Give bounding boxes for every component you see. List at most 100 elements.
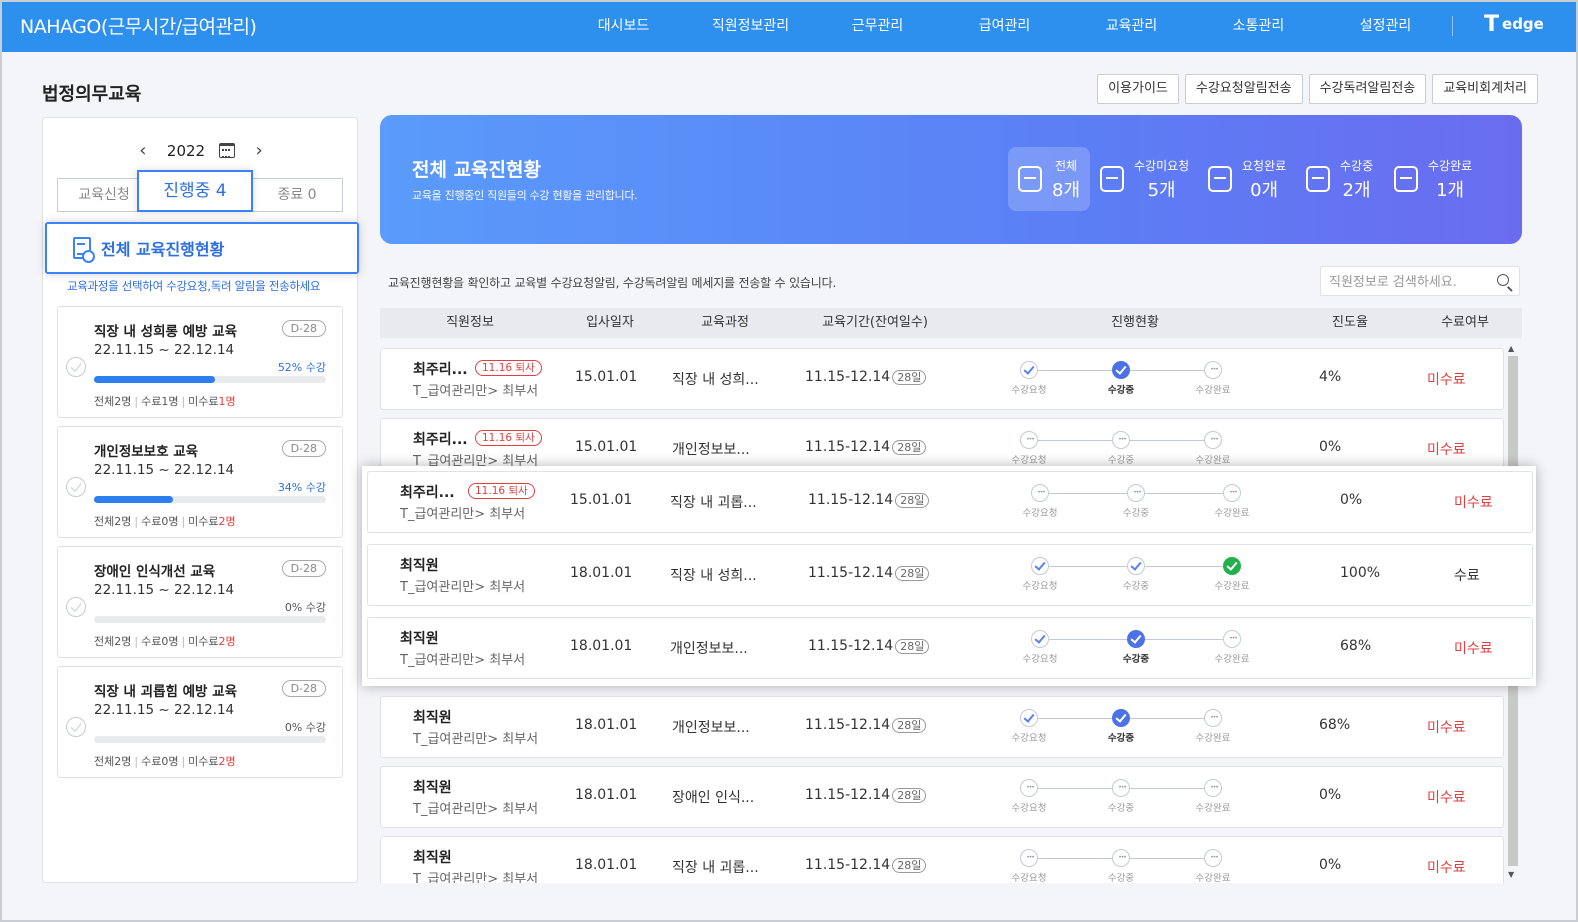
step-complete: 수강완료 — [1202, 630, 1262, 665]
table-row[interactable]: 최직원 T_급여관리만> 최부서 18.01.01 직장 내 성희... 11.15-1… — [367, 544, 1533, 606]
stat-in-progress[interactable]: 수강중 2개 — [1306, 147, 1373, 211]
step-label: 수강완료 — [1195, 385, 1231, 396]
step-label: 수강완료 — [1195, 803, 1231, 814]
stat-all[interactable]: 전체 8개 — [1008, 147, 1091, 211]
more-dots-icon — [1204, 361, 1223, 379]
table-row[interactable]: 최직원 T_급여관리만> 최부서 18.01.01 직장 내 괴롭... 11.15-1… — [380, 836, 1504, 883]
col-status-steps: 진행현황 — [1111, 315, 1159, 330]
scroll-up-icon[interactable]: ▲ — [1508, 344, 1514, 353]
employee-name: 최직원 — [413, 850, 452, 866]
nav-payroll[interactable]: 급여관리 — [941, 0, 1068, 52]
tedge-logo[interactable]: T edge — [1484, 14, 1544, 36]
step-label: 수강중 — [1122, 508, 1150, 519]
check-circle-icon — [1112, 709, 1130, 727]
tab-finished[interactable]: 종료 0 — [251, 178, 343, 212]
check-circle-icon — [1031, 557, 1049, 575]
stat-not-requested[interactable]: 수강미요청 5개 — [1100, 147, 1189, 211]
step-label: 수강요청 — [1022, 508, 1058, 519]
table-row[interactable]: 최직원 T_급여관리만> 최부서 18.01.01 개인정보보... 11.15-12.… — [367, 617, 1533, 679]
nav-employee-info[interactable]: 직원정보관리 — [687, 0, 814, 52]
progress-rate: 68% — [1340, 638, 1372, 654]
course-name[interactable]: 직장 내 괴롭... — [670, 492, 757, 512]
dots-box-icon — [1306, 166, 1330, 192]
check-circle-icon[interactable] — [66, 477, 86, 497]
course-name[interactable]: 직장 내 성희... — [670, 565, 757, 585]
stat-value: 0개 — [1250, 179, 1279, 201]
info-text: 교육진행현황을 확인하고 교육별 수강요청알림, 수강독려알림 메세지를 전송할… — [388, 276, 837, 290]
nav-work[interactable]: 근무관리 — [814, 0, 941, 52]
course-name[interactable]: 개인정보보... — [672, 717, 750, 737]
nav-communication[interactable]: 소통관리 — [1195, 0, 1322, 52]
join-date: 15.01.01 — [575, 439, 638, 455]
course-card[interactable]: 직장 내 성희롱 예방 교육 D-28 22.11.15 ~ 22.12.14 … — [57, 306, 343, 418]
banner-title: 전체 교육진현황 — [412, 159, 541, 181]
send-encourage-button[interactable]: 수강독려알림전송 — [1308, 74, 1427, 104]
step-requested: 수강요청 — [999, 779, 1059, 814]
action-bar: 이용가이드 수강요청알림전송 수강독려알림전송 교육비회계처리 — [1097, 74, 1538, 104]
course-name[interactable]: 장애인 인식... — [672, 787, 754, 807]
complete-count: 수료1명 — [141, 395, 179, 408]
step-in-progress: 수강중 — [1091, 431, 1151, 466]
period-text: 11.15-12.14 — [805, 717, 891, 733]
incomplete-count: 2명 — [218, 755, 236, 768]
calendar-icon[interactable] — [219, 143, 236, 158]
incomplete-label: 미수료 — [188, 515, 219, 528]
course-card[interactable]: 직장 내 괴롭힘 예방 교육 D-28 22.11.15 ~ 22.12.14 … — [57, 666, 343, 778]
page-title: 법정의무교육 — [42, 84, 142, 105]
stat-label: 전체 — [1054, 158, 1078, 173]
step-label: 수강중 — [1107, 873, 1135, 883]
total-count: 전체2명 — [94, 635, 132, 648]
course-progress-bar — [94, 736, 326, 743]
prev-year-icon[interactable]: ‹ — [133, 140, 153, 161]
more-dots-icon — [1020, 431, 1039, 449]
progress-rate: 0% — [1319, 439, 1342, 455]
search-icon[interactable] — [1497, 274, 1509, 286]
course-name[interactable]: 개인정보보... — [670, 638, 748, 658]
dday-badge: D-28 — [281, 440, 326, 457]
overall-progress-button[interactable]: 전체 교육진행현황 — [45, 222, 359, 274]
table-row[interactable]: 최직원 T_급여관리만> 최부서 18.01.01 개인정보보... 11.15-12.… — [380, 696, 1504, 758]
usage-guide-button[interactable]: 이용가이드 — [1097, 74, 1179, 104]
more-dots-icon — [1204, 849, 1223, 867]
table-row[interactable]: 최주리... 11.16 퇴사 T_급여관리만> 최부서 15.01.01 직장 내 괴… — [367, 471, 1533, 533]
tab-in-progress[interactable]: 진행중 4 — [137, 170, 253, 212]
nav-education[interactable]: 교육관리 — [1068, 0, 1195, 52]
completion-status: 미수료 — [1427, 790, 1466, 806]
stat-complete[interactable]: 수강완료 1개 — [1394, 147, 1472, 211]
check-circle-icon[interactable] — [66, 717, 86, 737]
check-circle-icon[interactable] — [66, 597, 86, 617]
period-text: 11.15-12.14 — [808, 492, 894, 508]
course-name[interactable]: 직장 내 성희... — [672, 369, 759, 389]
table-row[interactable]: 최직원 T_급여관리만> 최부서 18.01.01 장애인 인식... 11.15-12… — [380, 766, 1504, 828]
employee-dept: T_급여관리만> 최부서 — [413, 384, 539, 399]
step-requested: 수강요청 — [1010, 557, 1070, 592]
stat-request-done[interactable]: 요청완료 0개 — [1208, 147, 1286, 211]
employee-name: 최직원 — [400, 631, 439, 647]
check-circle-icon — [1223, 557, 1241, 575]
scroll-down-icon[interactable]: ▼ — [1508, 870, 1514, 879]
check-circle-icon — [1127, 557, 1145, 575]
table-row[interactable]: 최주리... 11.16 퇴사 T_급여관리만> 최부서 15.01.01 직장 내 성… — [380, 348, 1504, 410]
more-dots-icon — [1020, 849, 1039, 867]
step-in-progress: 수강중 — [1106, 484, 1166, 519]
course-name[interactable]: 개인정보보... — [672, 439, 750, 459]
search-input[interactable] — [1329, 272, 1489, 292]
remaining-days-badge: 28일 — [895, 566, 930, 581]
course-card[interactable]: 개인정보보호 교육 D-28 22.11.15 ~ 22.12.14 34% 수… — [57, 426, 343, 538]
education-accounting-button[interactable]: 교육비회계처리 — [1432, 74, 1538, 104]
next-year-icon[interactable]: › — [249, 140, 269, 161]
course-panel: ‹ 2022 › 교육신청 종료 0 진행중 4 전체 교육진행현황 교육과정을… — [42, 117, 359, 883]
step-complete: 수강완료 — [1202, 484, 1262, 519]
total-count: 전체2명 — [94, 395, 132, 408]
course-name[interactable]: 직장 내 괴롭... — [672, 857, 759, 877]
course-period: 22.11.15 ~ 22.12.14 — [94, 342, 235, 358]
nav-dashboard[interactable]: 대시보드 — [560, 0, 687, 52]
course-card[interactable]: 장애인 인식개선 교육 D-28 22.11.15 ~ 22.12.14 0% … — [57, 546, 343, 658]
check-circle-icon[interactable] — [66, 357, 86, 377]
step-in-progress: 수강중 — [1106, 630, 1166, 665]
period-text: 11.15-12.14 — [805, 439, 891, 455]
nav-settings[interactable]: 설정관리 — [1322, 0, 1449, 52]
brand-title[interactable]: NAHAGO(근무시간/급여관리) — [20, 12, 257, 39]
incomplete-count: 2명 — [218, 635, 236, 648]
send-enroll-request-button[interactable]: 수강요청알림전송 — [1184, 74, 1303, 104]
